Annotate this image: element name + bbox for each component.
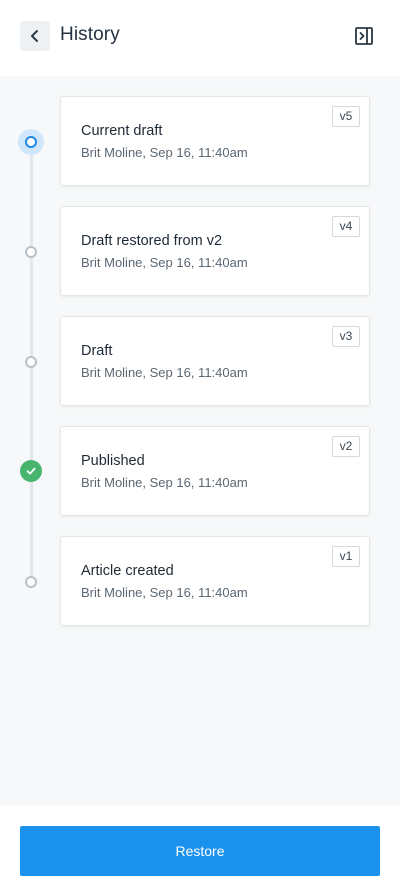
restore-button[interactable]: Restore	[20, 826, 380, 876]
version-card-v1[interactable]: Article created Brit Moline, Sep 16, 11:…	[60, 536, 370, 626]
timeline-node	[25, 576, 37, 588]
timeline-node	[25, 356, 37, 368]
version-card-v3[interactable]: Draft Brit Moline, Sep 16, 11:40am v3	[60, 316, 370, 406]
version-meta: Brit Moline, Sep 16, 11:40am	[81, 475, 248, 490]
version-badge: v5	[332, 106, 360, 127]
version-card-v2[interactable]: Published Brit Moline, Sep 16, 11:40am v…	[60, 426, 370, 516]
version-title: Article created	[81, 563, 174, 579]
version-meta: Brit Moline, Sep 16, 11:40am	[81, 145, 248, 160]
version-title: Published	[81, 453, 145, 469]
version-badge: v1	[332, 546, 360, 567]
timeline-node-current	[18, 129, 44, 155]
history-panel: History Current draft Brit Moline, Sep 1…	[0, 0, 400, 896]
current-node-dot	[25, 136, 37, 148]
version-title: Draft	[81, 343, 113, 359]
version-card-v5[interactable]: Current draft Brit Moline, Sep 16, 11:40…	[60, 96, 370, 186]
footer: Restore	[0, 806, 400, 896]
back-button[interactable]	[20, 21, 50, 51]
version-title: Draft restored from v2	[81, 233, 223, 249]
version-badge: v4	[332, 216, 360, 237]
header: History	[0, 0, 400, 76]
page-title: History	[60, 24, 120, 45]
version-badge: v2	[332, 436, 360, 457]
collapse-panel-button[interactable]	[352, 24, 376, 48]
timeline-node-published	[20, 460, 42, 482]
checkmark-icon	[26, 467, 36, 475]
version-meta: Brit Moline, Sep 16, 11:40am	[81, 255, 248, 270]
collapse-panel-icon	[355, 27, 373, 45]
version-card-v4[interactable]: Draft restored from v2 Brit Moline, Sep …	[60, 206, 370, 296]
version-badge: v3	[332, 326, 360, 347]
version-title: Current draft	[81, 123, 163, 139]
version-meta: Brit Moline, Sep 16, 11:40am	[81, 585, 248, 600]
version-meta: Brit Moline, Sep 16, 11:40am	[81, 365, 248, 380]
timeline-node	[25, 246, 37, 258]
chevron-left-icon	[31, 30, 38, 42]
